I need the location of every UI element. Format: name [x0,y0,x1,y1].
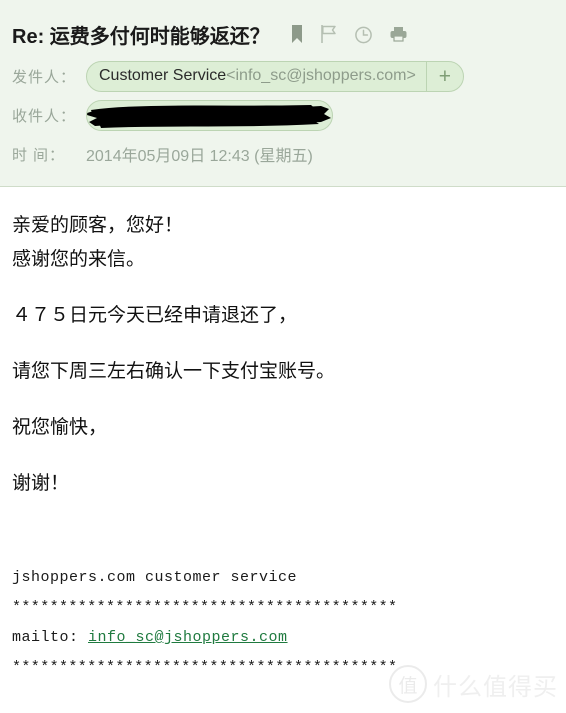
from-address-text: Customer Service <info_sc@jshoppers.com> [87,62,426,91]
to-address-pill[interactable] [86,99,333,131]
mail-body: 亲爱的顾客，您好！ 感谢您的来信。 ４７５日元今天已经申请退还了， 请您下周三左… [0,187,566,683]
time-label: 时间： [12,144,84,165]
mail-header: Re: 运费多付何时能够返还？ 发件人： Customer Service <i… [0,0,566,187]
body-line: 感谢您的来信。 [12,249,146,270]
mailto-prefix: mailto: [12,629,89,646]
from-row: 发件人： Customer Service <info_sc@jshoppers… [0,60,566,92]
page-title: Re: 运费多付何时能够返还？ [12,25,270,48]
from-address-pill[interactable]: Customer Service <info_sc@jshoppers.com>… [86,60,464,92]
mailto-link[interactable]: info_sc@jshoppers.com [88,629,288,646]
from-display-name: Customer Service [99,67,227,84]
body-line: 祝您愉快， [12,417,108,438]
signature-block: jshoppers.com customer service *********… [12,563,554,683]
clock-icon[interactable] [354,25,373,44]
time-row: 时间： 2014年05月09日 12:43 (星期五) [0,139,566,169]
signature-divider-top: ****************************************… [12,599,398,616]
body-line: ４７５日元今天已经申请退还了， [12,305,298,326]
to-row: 收件人： [0,99,566,131]
signature-divider-bottom: ****************************************… [12,659,398,676]
body-line: 谢谢！ [12,473,70,494]
time-label-char1: 时 [12,146,34,164]
bookmark-icon[interactable] [290,24,304,44]
signature-company: jshoppers.com customer service [12,569,298,586]
subject-row: Re: 运费多付何时能够返还？ [0,16,566,52]
from-label: 发件人： [12,68,77,86]
body-line: 请您下周三左右确认一下支付宝账号。 [12,361,336,382]
add-contact-button[interactable]: + [425,61,463,91]
from-email: <info_sc@jshoppers.com> [226,67,416,84]
body-line: 亲爱的顾客，您好！ [12,215,184,236]
to-address-text [87,101,109,130]
time-label-char2: 间： [33,146,66,164]
print-icon[interactable] [389,25,408,43]
to-label: 收件人： [12,107,77,125]
flag-icon[interactable] [320,24,338,44]
header-action-icons [290,24,408,44]
redaction-overlay [87,104,331,128]
time-value: 2014年05月09日 12:43 (星期五) [86,148,313,165]
signature-mailto-row: mailto: info_sc@jshoppers.com [12,623,554,653]
